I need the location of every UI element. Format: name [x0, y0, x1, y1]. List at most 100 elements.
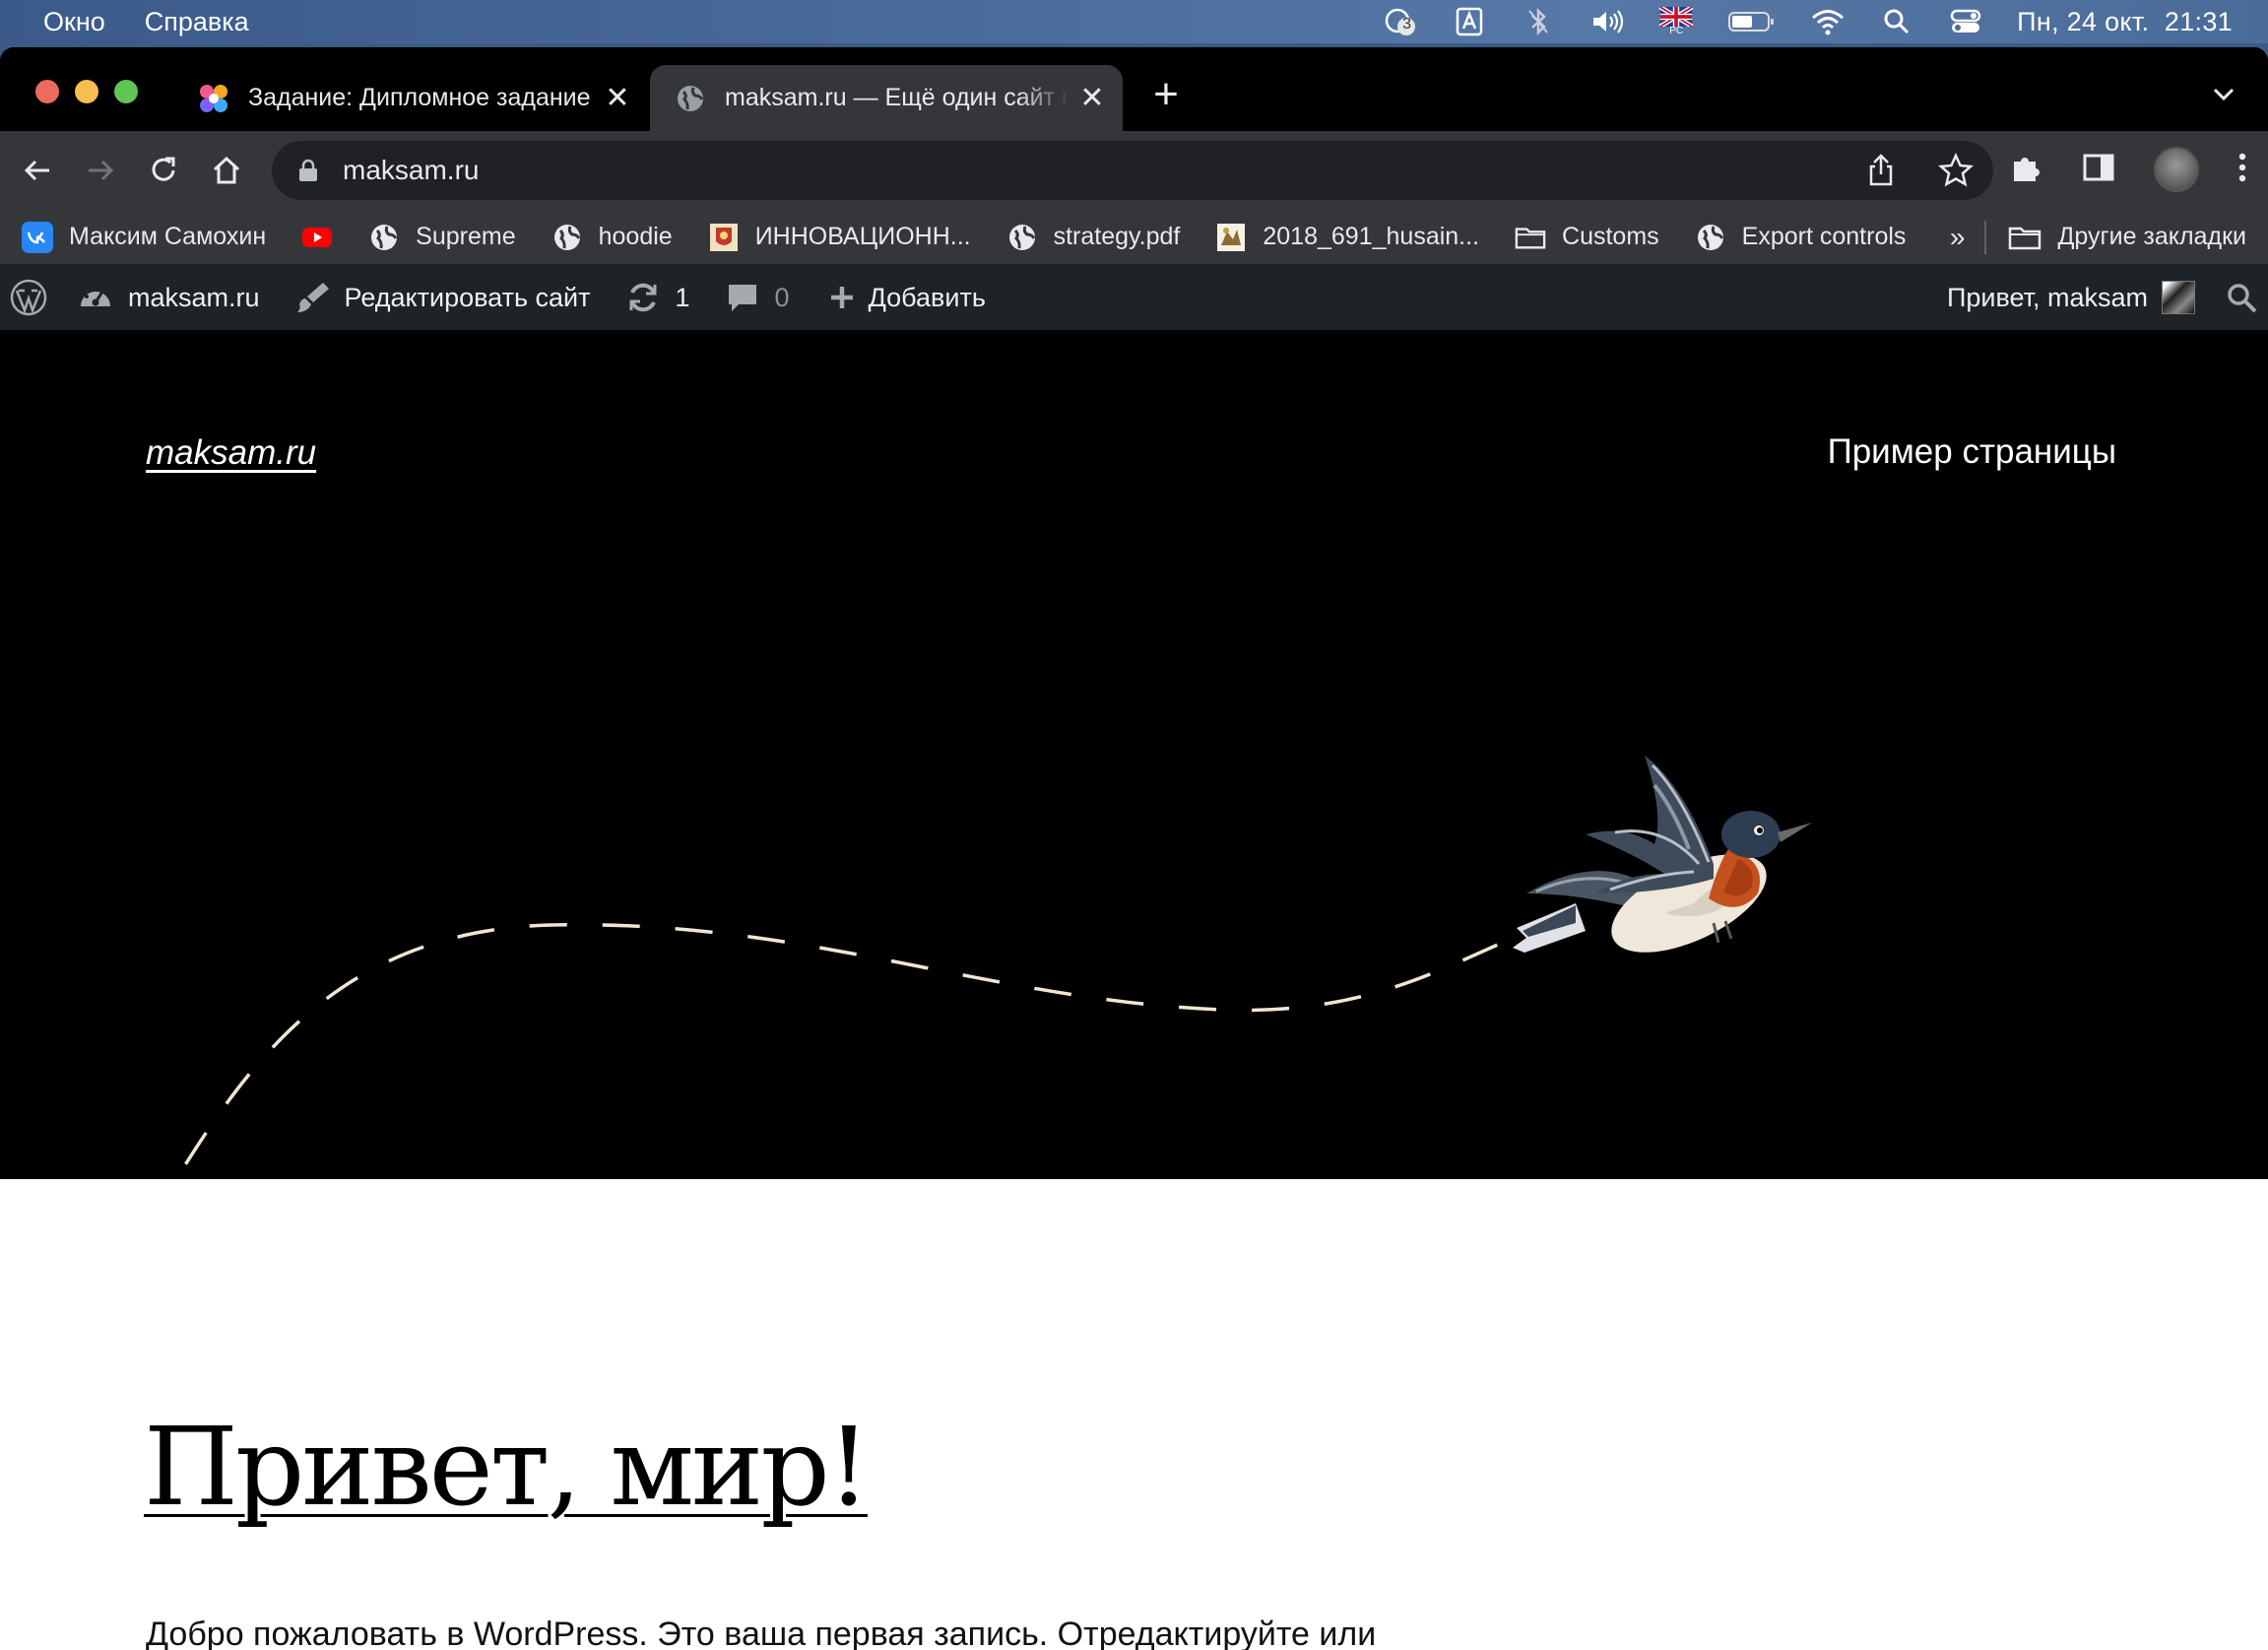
bookmark-label: Supreme: [416, 223, 516, 250]
keyboard-layout-label: PC: [1669, 26, 1684, 36]
chevron-down-icon[interactable]: [2209, 79, 2238, 108]
bookmark-item[interactable]: Customs: [1515, 222, 1659, 253]
globe-icon: [1006, 222, 1038, 253]
globe-icon: [1695, 222, 1726, 253]
browser-toolbar: maksam.ru: [0, 131, 2268, 210]
home-icon[interactable]: [205, 149, 248, 192]
notification-badge-icon[interactable]: 3: [1383, 7, 1418, 36]
close-window-button[interactable]: [35, 80, 59, 103]
bookmark-label: Customs: [1562, 223, 1659, 250]
update-refresh-icon: [624, 279, 662, 316]
menubar-clock[interactable]: Пн, 24 окт. 21:31: [2017, 7, 2233, 37]
bookmark-label: Export controls: [1741, 223, 1907, 250]
bookmarks-bar: Максим Самохин Supreme hoodie ИННОВАЦИОН…: [0, 210, 2268, 265]
bookmark-item[interactable]: hoodie: [551, 222, 673, 253]
post-content-area: Привет, мир! Добро пожаловать в WordPres…: [0, 1179, 2268, 1650]
new-tab-button[interactable]: +: [1144, 73, 1188, 118]
tab-title: Задание: Дипломное задание: [248, 84, 591, 111]
vk-icon: [22, 221, 53, 253]
side-panel-icon[interactable]: [2081, 150, 2116, 190]
dashed-flight-path: [174, 922, 1508, 1179]
forward-arrow-icon[interactable]: [79, 149, 122, 192]
back-arrow-icon[interactable]: [16, 149, 59, 192]
minimize-window-button[interactable]: [75, 80, 98, 103]
toolbar-right: [2008, 147, 2248, 192]
crest-icon: [1215, 222, 1247, 253]
zoom-window-button[interactable]: [114, 80, 138, 103]
folder-icon: [1515, 222, 1546, 253]
bookmark-label: hoodie: [598, 223, 673, 250]
url-text[interactable]: maksam.ru: [343, 155, 479, 186]
account-greeting[interactable]: Привет, maksam: [1947, 283, 2148, 313]
close-tab-icon[interactable]: ✕: [603, 83, 632, 113]
globe-icon: [368, 222, 400, 253]
tab-maksam[interactable]: maksam.ru — Ещё один сайт на WordPress ✕: [650, 65, 1123, 131]
brush-icon: [293, 279, 331, 316]
text-input-icon[interactable]: [1452, 7, 1487, 36]
admin-search-icon[interactable]: [2225, 281, 2258, 314]
admin-account: Привет, maksam: [1947, 265, 2268, 330]
close-tab-icon[interactable]: ✕: [1077, 83, 1107, 113]
dashboard-gauge-icon: [77, 279, 114, 316]
volume-icon[interactable]: [1589, 7, 1625, 36]
tab-strip: Задание: Дипломное задание ✕ maksam.ru —…: [0, 47, 2268, 131]
edit-site-label: Редактировать сайт: [344, 282, 591, 312]
bookmark-label: Максим Самохин: [69, 223, 267, 250]
site-header-hero: maksam.ru Пример страницы: [0, 330, 2268, 1179]
bookmark-item[interactable]: Максим Самохин: [22, 221, 267, 253]
bookmark-item[interactable]: Export controls: [1695, 222, 1907, 253]
bookmark-label: strategy.pdf: [1053, 223, 1181, 250]
comments-count: 0: [774, 282, 790, 312]
tab-assignment[interactable]: Задание: Дипломное задание ✕: [197, 65, 645, 131]
bookmark-item[interactable]: strategy.pdf: [1006, 222, 1181, 253]
folder-icon: [2008, 223, 2041, 252]
post-excerpt: Добро пожаловать в WordPress. Это ваша п…: [146, 1616, 1377, 1650]
other-bookmarks[interactable]: Другие закладки: [2008, 223, 2246, 252]
omnibox-actions: [1863, 152, 1975, 193]
post-title-link[interactable]: Привет, мир!: [144, 1404, 871, 1530]
updates-link[interactable]: 1: [624, 265, 690, 330]
bookmark-item[interactable]: 2018_691_husain...: [1215, 222, 1479, 253]
tab-title: maksam.ru — Ещё один сайт на WordPress: [725, 84, 1069, 111]
user-avatar[interactable]: [2162, 281, 2195, 314]
bluetooth-icon[interactable]: [1521, 7, 1556, 36]
globe-icon: [551, 222, 583, 253]
add-new-link[interactable]: Добавить: [823, 265, 986, 330]
other-bookmarks-label: Другие закладки: [2057, 223, 2246, 250]
battery-icon[interactable]: [1727, 7, 1777, 36]
admin-site-label: maksam.ru: [128, 282, 260, 312]
keyboard-layout-flag-icon[interactable]: PC: [1658, 7, 1694, 36]
more-menu-icon[interactable]: [2236, 150, 2248, 190]
bookmarks-divider: [1984, 220, 1987, 254]
wp-logo-menu[interactable]: [10, 265, 47, 330]
bookmark-item[interactable]: ИННОВАЦИОНН...: [708, 222, 971, 253]
add-new-label: Добавить: [868, 282, 986, 312]
globe-icon: [674, 82, 707, 115]
extensions-puzzle-icon[interactable]: [2008, 150, 2043, 190]
address-bar[interactable]: maksam.ru: [272, 141, 1993, 200]
notification-count: 3: [1402, 16, 1412, 33]
bookmark-item[interactable]: Supreme: [368, 222, 516, 253]
control-center-icon[interactable]: [1948, 7, 1983, 36]
comments-link[interactable]: 0: [724, 265, 790, 330]
profile-avatar[interactable]: [2154, 147, 2199, 192]
lock-icon[interactable]: [295, 158, 321, 183]
wordpress-logo-icon: [10, 279, 47, 316]
reload-icon[interactable]: [142, 149, 185, 192]
menu-item-help[interactable]: Справка: [145, 7, 249, 37]
wifi-icon[interactable]: [1810, 7, 1846, 36]
bookmark-label: ИННОВАЦИОНН...: [754, 223, 971, 250]
bookmark-label: 2018_691_husain...: [1263, 223, 1480, 250]
edit-site-link[interactable]: Редактировать сайт: [293, 265, 591, 330]
share-icon[interactable]: [1863, 153, 1899, 193]
swallow-bird-image: [1513, 756, 1812, 953]
bookmark-star-icon[interactable]: [1937, 152, 1975, 193]
spotlight-search-icon[interactable]: [1879, 7, 1914, 36]
plus-icon: [823, 279, 861, 316]
bookmark-item[interactable]: [301, 222, 333, 253]
admin-site-name[interactable]: maksam.ru: [77, 265, 260, 330]
macos-menu-bar: Окно Справка 3 PC Пн, 24 окт. 21:31: [0, 0, 2268, 43]
bookmarks-overflow-button[interactable]: »: [1950, 222, 1966, 253]
updates-count: 1: [675, 282, 690, 312]
menu-item-window[interactable]: Окно: [43, 7, 105, 37]
